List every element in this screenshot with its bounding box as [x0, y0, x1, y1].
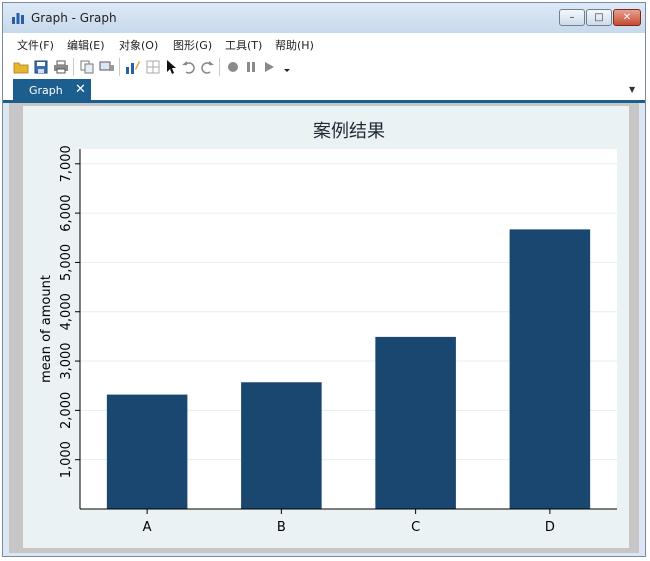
- x-tick-label: A: [143, 520, 152, 535]
- menu-help[interactable]: 帮助(H): [275, 37, 314, 53]
- toolbar-separator: [119, 58, 120, 76]
- pointer-icon[interactable]: [163, 59, 179, 75]
- graph-panel: 案例结果 1,000 2,000 3,000 4,000 5,000 6,000 7,000…: [23, 106, 629, 548]
- y-axis-ticks: 1,000 2,000 3,000 4,000 5,000 6,000 7,000: [59, 145, 80, 478]
- title-bar[interactable]: Graph - Graph – □ ✕: [3, 3, 645, 33]
- bar-chart[interactable]: 案例结果 1,000 2,000 3,000 4,000 5,000 6,000 7,000…: [23, 106, 629, 548]
- tab-strip: Graph ✕ ▼: [3, 79, 645, 103]
- maximize-button[interactable]: □: [586, 9, 612, 26]
- close-icon: ✕: [622, 12, 632, 23]
- pause-icon[interactable]: [243, 59, 259, 75]
- x-tick-label: C: [411, 520, 420, 535]
- graph-window: Graph - Graph – □ ✕ 文件(F) 编辑(E) 对象(O) 图形…: [2, 2, 646, 557]
- tab-menu-dropdown-icon[interactable]: ▼: [629, 85, 635, 94]
- copy-icon[interactable]: [79, 59, 95, 75]
- screen-icon[interactable]: [99, 59, 115, 75]
- toolbar-separator: [219, 58, 220, 76]
- x-axis-ticks: A B C D: [143, 509, 555, 535]
- redo-icon[interactable]: [199, 59, 215, 75]
- bar-A[interactable]: [106, 394, 188, 509]
- menu-edit[interactable]: 编辑(E): [67, 37, 105, 53]
- tab-graph[interactable]: Graph ✕: [13, 79, 91, 103]
- y-axis-label: mean of amount: [39, 275, 54, 383]
- y-tick-label: 1,000: [59, 441, 74, 478]
- graph-app-icon: [12, 13, 24, 24]
- menu-bar: 文件(F) 编辑(E) 对象(O) 图形(G) 工具(T) 帮助(H): [3, 33, 645, 55]
- chart-title: 案例结果: [313, 121, 385, 142]
- dropdown-icon[interactable]: [279, 59, 295, 75]
- toolbar-separator: [73, 58, 74, 76]
- open-folder-icon[interactable]: [13, 59, 29, 75]
- graph-editor-icon[interactable]: [125, 59, 141, 75]
- minimize-button[interactable]: –: [559, 9, 585, 26]
- data-editor-icon[interactable]: [145, 59, 161, 75]
- menu-tools[interactable]: 工具(T): [225, 37, 262, 53]
- y-tick-label: 7,000: [59, 145, 74, 182]
- y-tick-label: 3,000: [59, 342, 74, 379]
- minimize-icon: –: [569, 12, 575, 23]
- save-icon[interactable]: [33, 59, 49, 75]
- play-icon[interactable]: [261, 59, 277, 75]
- graph-area: 案例结果 1,000 2,000 3,000 4,000 5,000 6,000 7,000…: [9, 103, 639, 553]
- menu-object[interactable]: 对象(O): [119, 37, 158, 53]
- tab-label: Graph: [29, 84, 63, 97]
- y-tick-label: 6,000: [59, 195, 74, 232]
- tab-close-icon[interactable]: ✕: [75, 82, 86, 97]
- maximize-icon: □: [594, 12, 604, 23]
- menu-file[interactable]: 文件(F): [17, 37, 54, 53]
- close-button[interactable]: ✕: [613, 9, 641, 26]
- y-tick-label: 4,000: [59, 293, 74, 330]
- x-tick-label: B: [277, 520, 286, 535]
- undo-icon[interactable]: [181, 59, 197, 75]
- toolbar: [3, 55, 645, 79]
- bar-B[interactable]: [241, 382, 322, 509]
- menu-graph[interactable]: 图形(G): [173, 37, 212, 53]
- bar-D[interactable]: [509, 229, 591, 510]
- print-icon[interactable]: [53, 59, 69, 75]
- y-tick-label: 5,000: [59, 244, 74, 281]
- bar-C[interactable]: [375, 336, 456, 509]
- record-icon[interactable]: [225, 59, 241, 75]
- x-tick-label: D: [545, 520, 555, 535]
- window-title: Graph - Graph: [31, 11, 117, 25]
- y-tick-label: 2,000: [59, 392, 74, 429]
